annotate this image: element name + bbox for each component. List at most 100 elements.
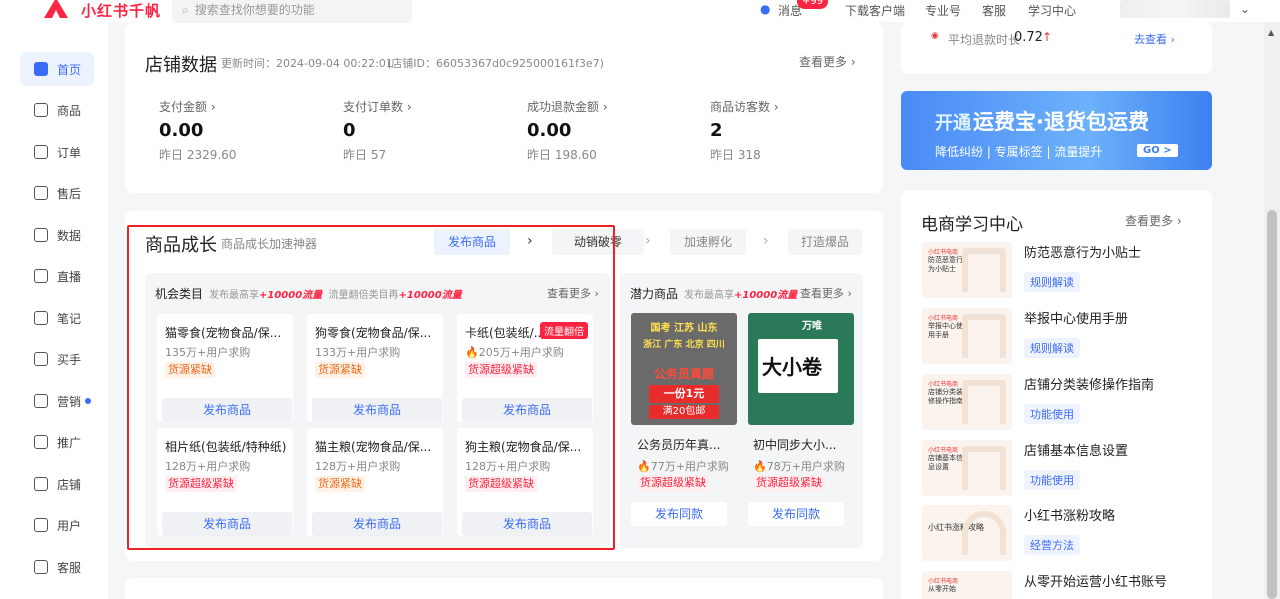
step-incubate[interactable]: 加速孵化 [670,229,746,255]
sidebar-item-live[interactable]: 直播 [20,259,94,293]
metric-label-pay-amount[interactable]: 支付金额 › [159,98,216,115]
sidebar-item-label: 营销 [57,394,82,409]
more-label: 查看更多 [1125,214,1174,228]
step-publish[interactable]: 发布商品 [434,229,510,255]
account-avatar[interactable] [1120,0,1230,18]
store-data-more-link[interactable]: 查看更多 › [799,53,856,70]
fire-icon: 🔥 [753,460,767,473]
cell-demand: 128万+用户求购 [465,460,551,473]
cell-title: 猫零食(宠物食品/保... [165,326,282,340]
opportunity-panel: 机会类目 发布最高享+10000流量 流量翻倍类目再+10000流量 查看更多 … [145,273,610,548]
bell-icon[interactable]: ● [760,2,770,16]
opportunity-more-link[interactable]: 查看更多 › [547,285,599,301]
learning-item-tag: 经营方法 [1024,535,1080,555]
learning-item[interactable]: 小红书电商 店铺基本信息设置 店铺基本信息设置 功能使用 [922,440,1212,496]
learning-thumbnail: 小红书电商 举报中心使用手册 [922,308,1012,364]
thumb-text: 防范恶意行为小贴士 [928,256,963,273]
record-icon: ◉ [931,31,939,41]
cell-title: 狗主粮(宠物食品/保... [465,440,582,454]
opportunity-cell: 狗零食(宠物食品/保... 133万+用户求购 货源紧缺 发布商品 [307,314,443,422]
learning-item[interactable]: 小红书电商 举报中心使用手册 举报中心使用手册 规则解读 [922,308,1212,364]
step-first-sale[interactable]: 动销破零 [552,229,644,255]
sidebar-item-store[interactable]: 店铺 [20,467,94,501]
publish-product-button[interactable]: 发布商品 [312,512,442,536]
product-growth-card: 商品成长 商品成长加速神器 发布商品 › 动销破零 › 加速孵化 › 打造爆品 … [125,211,883,561]
publish-product-button[interactable]: 发布商品 [162,398,292,422]
potential-item-title: 公务员历年真... [637,438,721,452]
sidebar-item-service[interactable]: 客服 [20,550,94,584]
image-text: 国考 江苏 山东 [650,323,718,334]
metric-label-pay-orders[interactable]: 支付订单数 › [343,98,412,115]
learning-item-title: 防范恶意行为小贴士 [1024,246,1142,261]
learning-item-tag: 规则解读 [1024,338,1080,358]
publish-product-button[interactable]: 发布商品 [312,398,442,422]
banner-go-button[interactable]: GO > [1137,144,1178,157]
cell-demand: 133万+用户求购 [315,346,401,359]
refund-value: 0.72 [1014,30,1043,45]
opportunity-cell: 狗主粮(宠物食品/保... 128万+用户求购 货源超级紧缺 发布商品 [457,428,593,536]
thumb-brand: 小红书电商 [928,578,959,585]
learning-center-link[interactable]: 学习中心 [1028,2,1076,19]
potential-more-link[interactable]: 查看更多 › [800,285,852,301]
publish-product-button[interactable]: 发布商品 [462,512,592,536]
publish-same-button[interactable]: 发布同款 [748,502,844,526]
store-data-title: 店铺数据 [145,55,217,76]
sidebar-item-marketing[interactable]: 营销 [20,384,94,418]
sidebar-item-aftersale[interactable]: 售后 [20,176,94,210]
message-badge: +99 [797,0,829,9]
image-text: 满20包邮 [649,405,719,419]
sidebar-item-buyers[interactable]: 买手 [20,342,94,376]
freight-insurance-banner[interactable]: 开通 运费宝·退货包运费 降低纠纷 | 专属标签 | 流量提升 GO > [901,91,1212,170]
pro-account-link[interactable]: 专业号 [925,2,961,19]
learning-item[interactable]: 小红书涨粉攻略 小红书涨粉攻略 经营方法 [922,505,1212,561]
step-bestseller[interactable]: 打造爆品 [788,229,862,255]
sidebar-item-promotion[interactable]: 推广 [20,425,94,459]
sidebar: 首页 商品 订单 售后 数据 直播 笔记 买手 营销 推广 店铺 用户 客服 [0,22,108,599]
cell-title: 狗零食(宠物食品/保... [315,326,432,340]
download-client-link[interactable]: 下载客户端 [845,2,905,19]
learning-item[interactable]: 小红书电商 防范恶意行为小贴士 防范恶意行为小贴士 规则解读 [922,242,1212,298]
chevron-down-icon[interactable]: ⌄ [1240,2,1250,16]
app-name: 小红书千帆 [81,2,162,20]
metric-label-refund-amount[interactable]: 成功退款金额 › [527,98,608,115]
cell-demand: 135万+用户求购 [165,346,251,359]
product-image-exam-papers[interactable]: 万唯 大小卷 [748,313,854,425]
fire-icon: 🔥 [465,346,479,359]
metric-label-visitors[interactable]: 商品访客数 › [710,98,779,115]
thumb-text: 举报中心使用手册 [928,322,963,339]
live-icon [34,269,48,283]
sidebar-item-home[interactable]: 首页 [20,52,94,86]
scrollbar-thumb[interactable] [1267,210,1277,599]
sidebar-item-products[interactable]: 商品 [20,93,94,127]
service-link[interactable]: 客服 [982,2,1006,19]
hint-text: 流量翻倍类目再 [328,290,399,301]
chevron-right-icon: › [763,233,769,249]
learning-item[interactable]: 小红书电商 从零开始 从零开始运营小红书账号 [922,571,1212,599]
metric-yesterday-refund-amount: 昨日 198.60 [527,148,597,162]
scroll-up-icon[interactable]: ▲ [1268,28,1274,37]
hint-emphasis: +10000流量 [734,290,798,301]
learning-item[interactable]: 小红书电商 店铺分类装修操作指南 店铺分类装修操作指南 功能使用 [922,374,1212,430]
sidebar-item-users[interactable]: 用户 [20,508,94,542]
potential-item-title: 初中同步大小... [753,438,837,452]
refund-view-link[interactable]: 去查看 › [1134,31,1175,47]
learning-title: 电商学习中心 [921,215,1023,235]
sidebar-item-notes[interactable]: 笔记 [20,301,94,335]
metric-yesterday-visitors: 昨日 318 [710,148,761,162]
search-input[interactable]: ⌕ 搜索查找你想要的功能 [172,0,412,23]
sidebar-item-data[interactable]: 数据 [20,218,94,252]
cell-title: 卡纸(包装纸/... [465,326,545,340]
sidebar-item-orders[interactable]: 订单 [20,135,94,169]
product-image-exam[interactable]: 国考 江苏 山东 浙江 广东 北京 四川 公务员真题 一份1元 满20包邮 [631,313,737,425]
publish-product-button[interactable]: 发布商品 [462,398,592,422]
search-placeholder: 搜索查找你想要的功能 [194,3,315,17]
publish-same-button[interactable]: 发布同款 [631,502,727,526]
update-time: 更新时间：2024-09-04 00:22:01 [221,57,393,70]
logo-icon [44,0,68,18]
scrollbar[interactable]: ▲ [1264,22,1280,599]
publish-product-button[interactable]: 发布商品 [162,512,292,536]
refund-time-card: ◉ 平均退款时长 0.72 ↑ 去查看 › [901,22,1212,74]
promotion-icon [34,435,48,449]
learning-more-link[interactable]: 查看更多 › [1125,212,1182,229]
potential-item-demand: 🔥78万+用户求购 [753,458,845,474]
